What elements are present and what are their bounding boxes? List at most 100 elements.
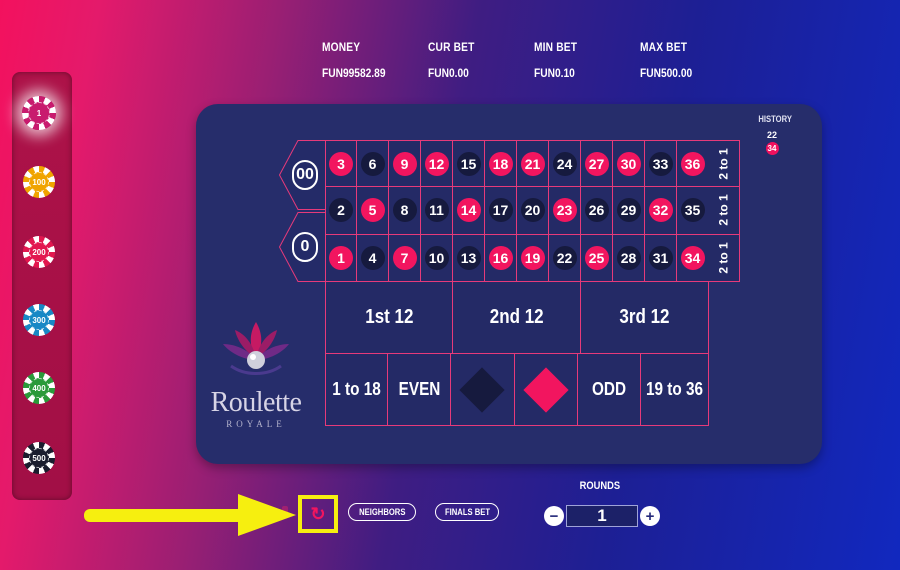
chip-300[interactable]: 300	[23, 304, 55, 336]
bet-red[interactable]	[514, 354, 578, 426]
max-bet-label: MAX BET	[640, 40, 688, 54]
bet-even[interactable]: EVEN	[388, 354, 452, 426]
undo-button[interactable]: ↻	[310, 504, 325, 525]
pointer-arrow-icon	[84, 494, 296, 536]
max-bet-value: FUN500.00	[640, 66, 693, 80]
dozen-label: 1st 12	[364, 306, 414, 328]
bet-odd[interactable]: ODD	[577, 354, 641, 426]
bet-black[interactable]	[451, 354, 515, 426]
roulette-royale-logo: Roulette ROYALE	[206, 318, 306, 429]
rounds-decrement-button[interactable]: −	[544, 506, 564, 526]
bet-number-35[interactable]: 35	[677, 187, 709, 235]
bet-number-32[interactable]: 32	[645, 187, 677, 235]
number-label: 30	[616, 151, 641, 176]
bet-number-5[interactable]: 5	[357, 187, 389, 235]
bet-number-6[interactable]: 6	[357, 140, 389, 188]
bet-number-36[interactable]: 36	[677, 140, 709, 188]
number-label: 3	[329, 151, 353, 176]
number-label: 4	[360, 245, 385, 270]
number-label: 9	[392, 151, 417, 176]
outside-label: ODD	[591, 379, 626, 399]
bet-1st-12[interactable]: 1st 12	[325, 282, 453, 354]
bet-number-2[interactable]: 2	[325, 187, 357, 235]
bet-00[interactable]: 00	[279, 140, 327, 210]
chip-1[interactable]: 1	[22, 96, 56, 130]
number-label: 17	[488, 198, 513, 223]
current-bet-value: FUN0.00	[428, 66, 469, 80]
bet-number-8[interactable]: 8	[389, 187, 421, 235]
bet-number-14[interactable]: 14	[453, 187, 485, 235]
bet-number-25[interactable]: 25	[581, 234, 613, 282]
bet-number-13[interactable]: 13	[453, 234, 485, 282]
bet-0[interactable]: 0	[279, 212, 327, 282]
bet-number-10[interactable]: 10	[421, 234, 453, 282]
rounds-title: ROUNDS	[570, 480, 630, 492]
column-bet-bottom[interactable]: 2 to 1	[708, 234, 741, 282]
bet-number-20[interactable]: 20	[517, 187, 549, 235]
number-label: 20	[520, 198, 545, 223]
chip-100[interactable]: 100	[23, 166, 55, 198]
history-item: 34	[765, 142, 779, 155]
bet-number-24[interactable]: 24	[549, 140, 581, 188]
bet-number-27[interactable]: 27	[581, 140, 613, 188]
bet-number-23[interactable]: 23	[549, 187, 581, 235]
bet-3rd-12[interactable]: 3rd 12	[581, 282, 709, 354]
chip-500[interactable]: 500	[23, 442, 55, 474]
number-label: 24	[552, 151, 577, 176]
rounds-increment-button[interactable]: +	[640, 506, 660, 526]
bet-number-21[interactable]: 21	[517, 140, 549, 188]
logo-word: Roulette	[210, 387, 302, 418]
finals-bet-button[interactable]: FINALS BET	[435, 503, 499, 521]
bet-number-16[interactable]: 16	[485, 234, 517, 282]
outside-label: 19 to 36	[645, 379, 703, 399]
bet-number-7[interactable]: 7	[389, 234, 421, 282]
bet-2nd-12[interactable]: 2nd 12	[453, 282, 581, 354]
bet-number-28[interactable]: 28	[613, 234, 645, 282]
column-bet-label: 2 to 1	[716, 242, 731, 274]
bet-number-11[interactable]: 11	[421, 187, 453, 235]
number-label: 23	[552, 198, 577, 223]
column-bet-middle[interactable]: 2 to 1	[708, 187, 741, 235]
bet-number-26[interactable]: 26	[581, 187, 613, 235]
chip-400[interactable]: 400	[23, 372, 55, 404]
bet-number-18[interactable]: 18	[485, 140, 517, 188]
money-label: MONEY	[322, 40, 361, 54]
neighbors-button[interactable]: NEIGHBORS	[348, 503, 416, 521]
bet-number-12[interactable]: 12	[421, 140, 453, 188]
chip-selector-panel	[12, 72, 72, 500]
chip-200[interactable]: 200	[23, 236, 55, 268]
outside-label: EVEN	[398, 379, 441, 399]
outside-bets: 1 to 18 EVEN ODD 19 to 36	[325, 354, 709, 426]
bet-number-4[interactable]: 4	[357, 234, 389, 282]
rounds-value[interactable]: 1	[566, 505, 638, 527]
number-label: 27	[584, 151, 609, 176]
bet-19-to-36[interactable]: 19 to 36	[640, 354, 709, 426]
bet-number-9[interactable]: 9	[389, 140, 421, 188]
column-bet-top[interactable]: 2 to 1	[708, 140, 741, 188]
column-bets: 2 to 1 2 to 1 2 to 1	[708, 140, 741, 282]
bet-number-19[interactable]: 19	[517, 234, 549, 282]
bet-number-22[interactable]: 22	[549, 234, 581, 282]
bet-number-17[interactable]: 17	[485, 187, 517, 235]
bet-number-34[interactable]: 34	[677, 234, 709, 282]
bet-number-30[interactable]: 30	[613, 140, 645, 188]
number-label: 36	[680, 151, 705, 176]
number-label: 21	[520, 151, 545, 176]
number-label: 8	[392, 198, 417, 223]
current-bet-stat: CUR BET FUN0.00	[428, 40, 534, 80]
number-label: 6	[360, 151, 385, 176]
current-bet-label: CUR BET	[428, 40, 475, 54]
bet-1-to-18[interactable]: 1 to 18	[325, 354, 389, 426]
number-label: 29	[616, 198, 641, 223]
bet-number-1[interactable]: 1	[325, 234, 357, 282]
number-label: 22	[552, 245, 577, 270]
bet-number-33[interactable]: 33	[645, 140, 677, 188]
chip-500-value: 500	[32, 453, 46, 463]
number-label: 32	[648, 198, 673, 223]
logo-sub: ROYALE	[226, 419, 286, 429]
bet-number-31[interactable]: 31	[645, 234, 677, 282]
bet-number-15[interactable]: 15	[453, 140, 485, 188]
bet-number-3[interactable]: 3	[325, 140, 357, 188]
bet-number-29[interactable]: 29	[613, 187, 645, 235]
neighbors-label: NEIGHBORS	[358, 507, 406, 517]
